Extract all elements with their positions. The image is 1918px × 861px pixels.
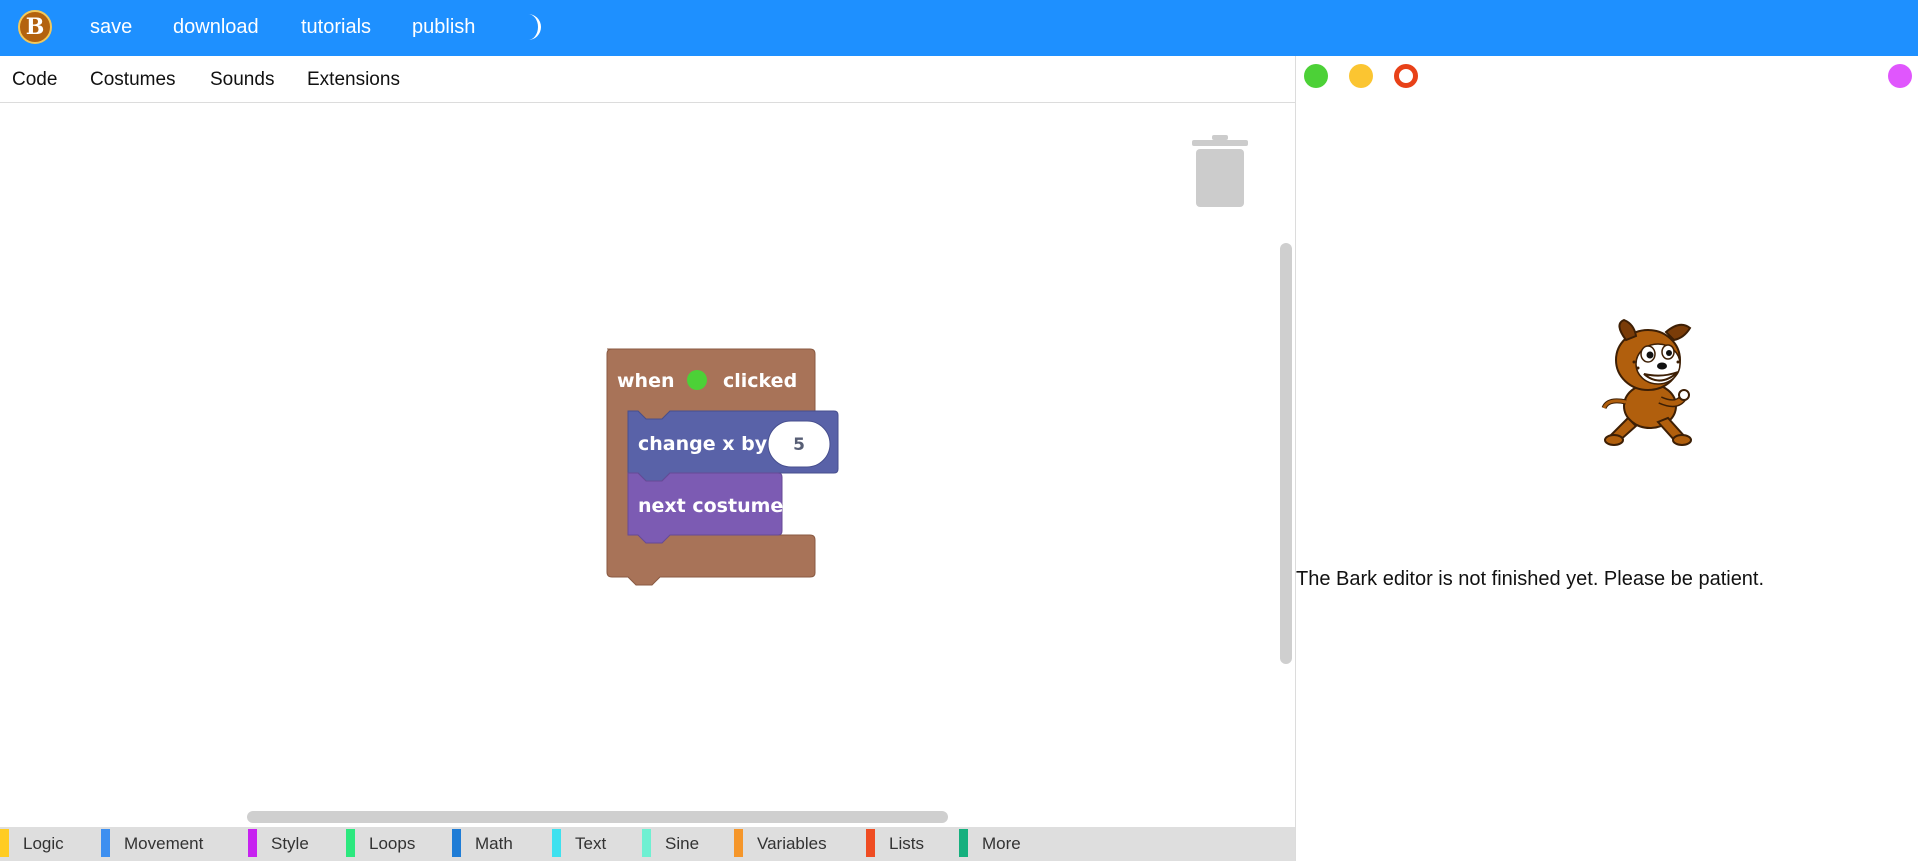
trash-icon[interactable] (1190, 134, 1250, 208)
tab-code[interactable]: Code (12, 56, 57, 102)
category-color-swatch (959, 829, 968, 857)
moon-icon[interactable] (518, 12, 546, 42)
category-label: Text (575, 834, 607, 853)
status-notice: The Bark editor is not finished yet. Ple… (1296, 568, 1765, 590)
category-color-swatch (346, 829, 355, 857)
pause-button[interactable] (1349, 64, 1373, 88)
code-script[interactable]: when clicked change x by 5 next costume (600, 345, 850, 590)
download-button[interactable]: download (173, 0, 259, 56)
green-flag-icon (687, 370, 707, 390)
category-color-swatch (101, 829, 110, 857)
category-color-swatch (248, 829, 257, 857)
category-label: More (982, 834, 1021, 853)
category-color-swatch (642, 829, 651, 857)
category-color-swatch (452, 829, 461, 857)
tab-sounds[interactable]: Sounds (210, 56, 274, 102)
category-color-swatch (552, 829, 561, 857)
save-button[interactable]: save (90, 0, 132, 56)
category-label: Lists (889, 834, 924, 853)
category-label: Logic (23, 834, 64, 853)
category-label: Math (475, 834, 513, 853)
change-x-by-label: change x by (638, 433, 768, 455)
category-label: Movement (124, 834, 204, 853)
category-label: Sine (665, 834, 700, 853)
number-input-value: 5 (793, 435, 805, 455)
tab-costumes[interactable]: Costumes (90, 56, 176, 102)
dog-sprite-icon[interactable] (1598, 318, 1698, 450)
category-label: Loops (369, 834, 416, 853)
next-costume-label: next costume (638, 495, 783, 517)
top-bar: B save download tutorials publish (0, 0, 1918, 56)
tab-extensions[interactable]: Extensions (307, 56, 400, 102)
vertical-scrollbar[interactable] (1280, 243, 1292, 664)
category-bar: Logic Movement Style Loops Math Text Sin… (0, 827, 1296, 861)
category-color-swatch (866, 829, 875, 857)
category-color-swatch (734, 829, 743, 857)
publish-button[interactable]: publish (412, 0, 475, 56)
stage (1296, 56, 1918, 861)
tutorials-button[interactable]: tutorials (301, 0, 371, 56)
when-label: when (617, 370, 675, 392)
category-label: Variables (757, 834, 827, 853)
bark-logo-icon[interactable]: B (18, 10, 52, 44)
editor-tabs: Code Costumes Sounds Extensions (0, 56, 1296, 103)
green-flag-button[interactable] (1304, 64, 1328, 88)
category-label: Style (271, 834, 309, 853)
category-color-swatch (0, 829, 9, 857)
stop-button[interactable] (1394, 64, 1418, 88)
clicked-label: clicked (723, 370, 797, 392)
horizontal-scrollbar[interactable] (247, 811, 948, 823)
fullscreen-button[interactable] (1888, 64, 1912, 88)
